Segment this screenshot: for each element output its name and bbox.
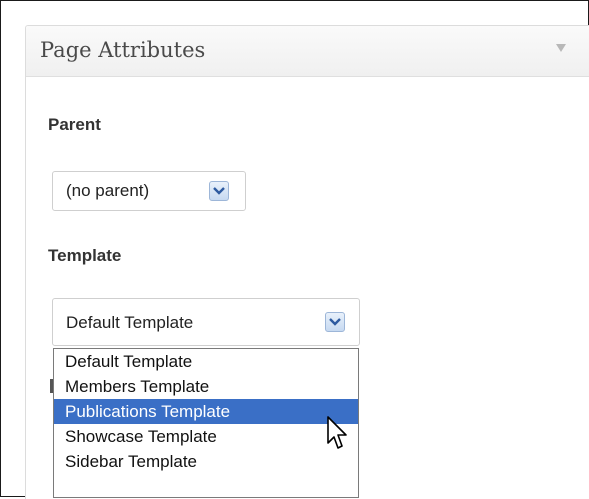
panel-header[interactable]: Page Attributes bbox=[26, 26, 589, 77]
chevron-down-icon[interactable] bbox=[209, 181, 229, 201]
parent-select-value: (no parent) bbox=[66, 181, 150, 200]
template-label: Template bbox=[48, 246, 122, 265]
chevron-down-icon[interactable] bbox=[325, 312, 345, 332]
parent-select[interactable]: (no parent) bbox=[52, 171, 246, 211]
template-select-value: Default Template bbox=[66, 313, 194, 332]
template-option[interactable]: Members Template bbox=[54, 374, 358, 399]
template-select[interactable]: Default Template bbox=[52, 298, 360, 346]
mouse-pointer-icon bbox=[327, 416, 347, 449]
parent-label: Parent bbox=[48, 115, 101, 134]
panel-title: Page Attributes bbox=[40, 38, 206, 62]
template-option[interactable]: Default Template bbox=[54, 349, 358, 374]
triangle-down-icon[interactable] bbox=[556, 44, 566, 52]
template-option[interactable]: Showcase Template bbox=[54, 424, 358, 449]
template-option-highlighted[interactable]: Publications Template bbox=[54, 399, 358, 424]
screenshot-frame: Page Attributes Parent (no parent) Templ… bbox=[0, 0, 589, 499]
template-option[interactable]: Sidebar Template bbox=[54, 449, 358, 474]
template-dropdown-list[interactable]: Default Template Members Template Public… bbox=[53, 348, 359, 498]
